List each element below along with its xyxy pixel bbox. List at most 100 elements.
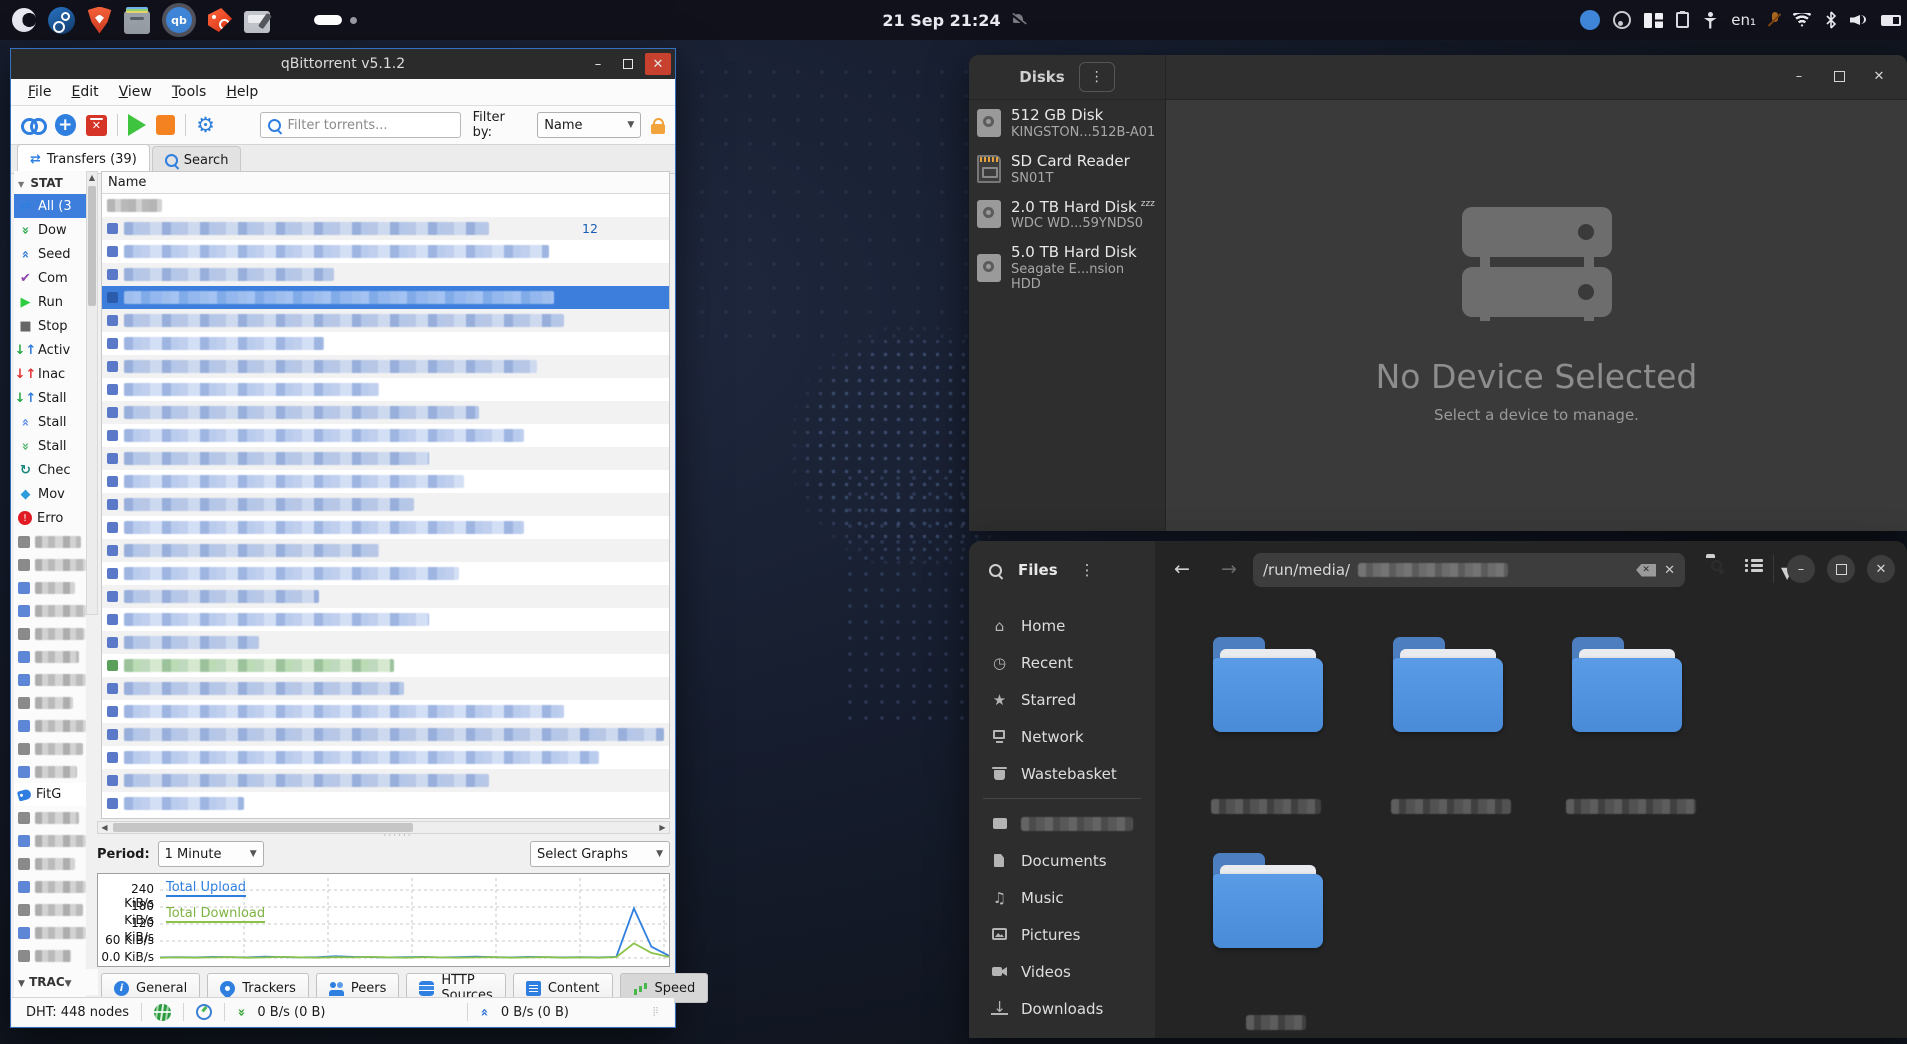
- category-row-redacted[interactable]: [14, 553, 86, 576]
- sidebar-item-network[interactable]: Network: [969, 718, 1155, 755]
- category-row-redacted[interactable]: [14, 668, 86, 691]
- category-row-redacted[interactable]: [14, 737, 86, 760]
- close-path-icon[interactable]: ✕: [1664, 563, 1675, 578]
- category-fitg[interactable]: FitG: [14, 783, 86, 806]
- torrent-row[interactable]: [102, 470, 669, 493]
- torrent-row[interactable]: [102, 286, 669, 309]
- filter-torrents-input[interactable]: Filter torrents...: [260, 112, 461, 138]
- close-button[interactable]: ✕: [1867, 555, 1895, 583]
- search-icon[interactable]: [989, 563, 1002, 577]
- sidebar-item-home[interactable]: ⌂ Home: [969, 607, 1155, 644]
- torrent-row[interactable]: [102, 539, 669, 562]
- torrent-row[interactable]: [102, 447, 669, 470]
- splitter-handle[interactable]: ······: [384, 831, 413, 841]
- disks-headerbar[interactable]: – ✕: [1166, 55, 1907, 100]
- category-row-redacted[interactable]: [14, 599, 86, 622]
- torrent-row[interactable]: [102, 792, 669, 815]
- torrent-row[interactable]: 12: [102, 217, 669, 240]
- stop-icon[interactable]: [155, 115, 176, 135]
- folder-icon[interactable]: [1572, 637, 1682, 732]
- minimize-button[interactable]: –: [1785, 62, 1813, 90]
- sidebar-item-recent[interactable]: ◷ Recent: [969, 644, 1155, 681]
- wifi-icon[interactable]: [1792, 13, 1812, 27]
- options-gear-icon[interactable]: ⚙: [196, 114, 215, 136]
- status-filter-seed[interactable]: « Seed: [14, 242, 86, 266]
- sidebar-item-videos[interactable]: Videos: [969, 953, 1155, 990]
- sidebar-item-music[interactable]: ♫ Music: [969, 879, 1155, 916]
- category-row-redacted[interactable]: [14, 852, 86, 875]
- torrent-row[interactable]: [102, 309, 669, 332]
- maximize-button[interactable]: [615, 53, 641, 75]
- category-row-redacted[interactable]: [14, 645, 86, 668]
- status-filter-run[interactable]: ▶ Run: [14, 290, 86, 314]
- category-row-redacted[interactable]: [14, 576, 86, 599]
- category-row-redacted[interactable]: [14, 622, 86, 645]
- category-row-redacted[interactable]: [14, 875, 86, 898]
- tiling-icon[interactable]: [1644, 12, 1664, 28]
- delete-torrent-icon[interactable]: ✕: [86, 114, 107, 136]
- sidebar-item-starred[interactable]: ★ Starred: [969, 681, 1155, 718]
- filter-by-select[interactable]: Name ▼: [537, 112, 642, 138]
- resize-grip[interactable]: ⡿: [652, 1007, 660, 1017]
- torrent-row[interactable]: [102, 769, 669, 792]
- volume-icon[interactable]: [1850, 13, 1868, 27]
- battery-icon[interactable]: [1881, 14, 1901, 26]
- tab-search[interactable]: Search: [151, 146, 242, 173]
- files-headerbar[interactable]: Files ⋮ ← → /run/media/ ✕ ✕ ▼ – ✕: [969, 541, 1907, 599]
- period-select[interactable]: 1 Minute ▼: [157, 841, 264, 867]
- torrent-row[interactable]: [102, 194, 669, 217]
- category-row-redacted[interactable]: [14, 760, 86, 783]
- clipboard-icon[interactable]: [1676, 11, 1690, 28]
- lock-icon[interactable]: [651, 117, 666, 134]
- add-torrent-link-icon[interactable]: [21, 117, 47, 135]
- torrent-row[interactable]: [102, 424, 669, 447]
- torrent-row[interactable]: [102, 562, 669, 585]
- status-filter-dow[interactable]: » Dow: [14, 218, 86, 242]
- status-filter-inac[interactable]: ↓↑ Inac: [14, 362, 86, 386]
- torrent-row[interactable]: [102, 401, 669, 424]
- category-row-redacted[interactable]: [14, 898, 86, 921]
- connection-globe-icon[interactable]: [153, 1003, 171, 1021]
- torrent-row[interactable]: [102, 263, 669, 286]
- forward-button[interactable]: →: [1221, 558, 1237, 580]
- status-filter-erro[interactable]: ! Erro: [14, 506, 86, 530]
- category-row-redacted[interactable]: [14, 829, 86, 852]
- torrent-row[interactable]: [102, 723, 669, 746]
- maximize-button[interactable]: [1825, 62, 1853, 90]
- scroll-up-icon[interactable]: ▲: [87, 172, 97, 184]
- folder-icon[interactable]: [1213, 637, 1323, 732]
- steam-tray-icon[interactable]: [1613, 11, 1632, 29]
- close-button[interactable]: ✕: [645, 53, 671, 75]
- category-row-redacted[interactable]: [14, 921, 86, 944]
- category-row-redacted[interactable]: [14, 691, 86, 714]
- column-header-name[interactable]: Name: [102, 172, 669, 194]
- torrent-row[interactable]: [102, 332, 669, 355]
- sidebar-item-documents[interactable]: Documents: [969, 842, 1155, 879]
- path-bar[interactable]: /run/media/ ✕ ✕: [1253, 553, 1685, 587]
- menu-view[interactable]: View: [110, 82, 161, 102]
- accessibility-icon[interactable]: [1702, 11, 1718, 29]
- sidebar-item-wastebasket[interactable]: Wastebasket: [969, 755, 1155, 792]
- category-row-redacted[interactable]: [14, 806, 86, 829]
- status-filter-stall[interactable]: ↓ ↑ Stall: [14, 386, 86, 410]
- sidebar-scrollbar[interactable]: ▲: [86, 171, 98, 615]
- maximize-button[interactable]: [1827, 555, 1855, 583]
- status-filter-stall[interactable]: » Stall: [14, 434, 86, 458]
- mic-muted-icon[interactable]: [1769, 12, 1779, 28]
- clear-path-icon[interactable]: ✕: [1636, 563, 1657, 577]
- disk-item[interactable]: SD Card Reader SN01T: [969, 146, 1165, 192]
- disk-item[interactable]: 512 GB Disk KINGSTON...512B-A01: [969, 100, 1165, 146]
- status-filter-chec[interactable]: ↻ Chec: [14, 458, 86, 482]
- status-section-header[interactable]: ▼ STAT: [14, 171, 86, 194]
- category-row-redacted[interactable]: [14, 944, 86, 967]
- tab-transfers[interactable]: ⇄ Transfers (39): [17, 144, 150, 173]
- category-row-redacted[interactable]: [14, 714, 86, 737]
- torrent-row[interactable]: [102, 654, 669, 677]
- disks-menu-button[interactable]: ⋮: [1078, 62, 1115, 92]
- resume-icon[interactable]: [127, 114, 146, 136]
- folder-icon[interactable]: [1213, 853, 1323, 948]
- category-row-redacted[interactable]: [14, 530, 86, 553]
- trackers-section-header[interactable]: ▼ TRAC▼: [14, 969, 98, 995]
- menu-edit[interactable]: Edit: [62, 82, 107, 102]
- menu-help[interactable]: Help: [217, 82, 267, 102]
